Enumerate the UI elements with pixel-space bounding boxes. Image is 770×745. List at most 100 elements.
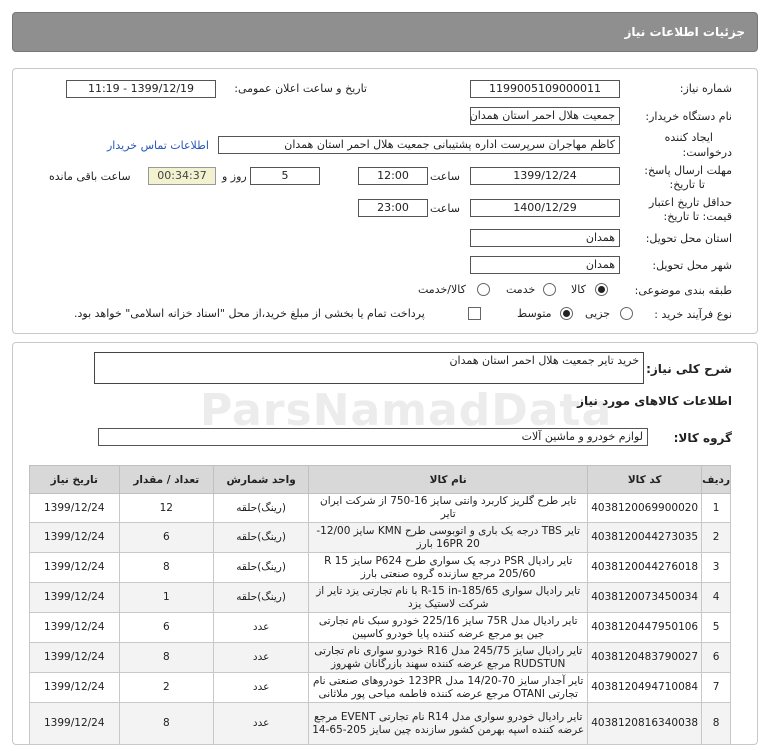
cell-code: 4038120483790027 <box>587 642 703 673</box>
contact-info-link[interactable]: اطلاعات تماس خریدار <box>107 139 209 152</box>
cell-code: 4038120069900020 <box>587 493 703 523</box>
days-word: روز و <box>222 170 247 183</box>
cell-quantity: 8 <box>118 552 215 583</box>
creator-label-1: ایجاد کننده <box>664 131 713 144</box>
validity-time-word: ساعت <box>430 202 460 215</box>
validity-time-field[interactable]: 23:00 <box>358 199 428 217</box>
cell-name: تایر رادیال سایز 245/75 مدل R16 خودرو سو… <box>308 642 589 673</box>
cell-row-number: 4 <box>701 582 731 613</box>
cell-quantity: 8 <box>118 702 215 745</box>
cell-unit: عدد <box>213 702 310 745</box>
table-header-row: ردیف کد کالا نام کالا واحد شمارش تعداد /… <box>29 465 731 494</box>
cell-unit: عدد <box>213 612 310 643</box>
category-option-goods: کالا <box>571 283 586 296</box>
province-field[interactable]: همدان <box>470 229 620 247</box>
announce-label: تاریخ و ساعت اعلان عمومی: <box>234 82 367 95</box>
cell-row-number: 1 <box>701 493 731 523</box>
table-row[interactable]: 6 4038120483790027 تایر رادیال سایز 245/… <box>29 642 731 673</box>
remaining-label: ساعت باقی مانده <box>49 170 131 183</box>
cell-row-number: 8 <box>701 702 731 745</box>
category-radio-goods[interactable] <box>595 283 608 296</box>
category-option-service: خدمت <box>506 283 536 296</box>
cell-quantity: 8 <box>118 642 215 673</box>
table-row[interactable]: 8 4038120816340038 تایر رادیال خودرو سوا… <box>29 702 731 745</box>
announce-field[interactable]: 1399/12/19 - 11:19 <box>66 80 216 98</box>
cell-date: 1399/12/24 <box>29 493 120 523</box>
col-header-code: کد کالا <box>587 465 703 494</box>
table-row[interactable]: 2 4038120044273035 تایر TBS درجه یک باری… <box>29 522 731 553</box>
goods-table: ردیف کد کالا نام کالا واحد شمارش تعداد /… <box>29 465 731 745</box>
group-label: گروه کالا: <box>673 431 732 445</box>
cell-name: تایر TBS درجه یک باری و اتوبوسی طرح KMN … <box>308 522 589 553</box>
cell-name: تایر رادیال خودرو سواری مدل R14 نام تجار… <box>308 702 589 745</box>
goods-section-title: اطلاعات کالاهای مورد نیاز <box>577 394 732 408</box>
cell-date: 1399/12/24 <box>29 552 120 583</box>
province-label: استان محل تحویل: <box>645 232 732 245</box>
cell-date: 1399/12/24 <box>29 582 120 613</box>
cell-date: 1399/12/24 <box>29 522 120 553</box>
validity-label-2: قیمت: تا تاریخ: <box>663 210 732 223</box>
creator-field[interactable]: کاظم مهاجران سرپرست اداره پشتیبانی جمعیت… <box>218 136 620 154</box>
process-radio-medium[interactable] <box>560 307 573 320</box>
process-option-minor: جزیی <box>585 307 611 320</box>
summary-label: شرح کلی نیاز: <box>646 362 732 376</box>
cell-code: 4038120494710084 <box>587 672 703 703</box>
table-row[interactable]: 4 4038120073450034 تایر رادیال سواری R-1… <box>29 582 731 613</box>
col-header-unit: واحد شمارش <box>213 465 310 494</box>
buyer-field[interactable]: جمعیت هلال احمر استان همدان <box>470 107 620 125</box>
cell-row-number: 6 <box>701 642 731 673</box>
cell-name: تایر آجدار سایز 70-14/20 مدل 123PR خودرو… <box>308 672 589 703</box>
category-radio-both[interactable] <box>477 283 490 296</box>
cell-code: 4038120044273035 <box>587 522 703 553</box>
cell-unit: (رینگ)حلقه <box>213 493 310 523</box>
cell-quantity: 2 <box>118 672 215 703</box>
col-header-row-number: ردیف <box>701 465 731 494</box>
cell-unit: عدد <box>213 672 310 703</box>
days-field[interactable]: 5 <box>250 167 320 185</box>
group-field[interactable]: لوازم خودرو و ماشین آلات <box>98 428 648 446</box>
deadline-time-field[interactable]: 12:00 <box>358 167 428 185</box>
cell-row-number: 2 <box>701 522 731 553</box>
cell-date: 1399/12/24 <box>29 612 120 643</box>
cell-date: 1399/12/24 <box>29 672 120 703</box>
category-option-both: کالا/خدمت <box>418 283 466 296</box>
cell-code: 4038120447950106 <box>587 612 703 643</box>
cell-code: 4038120044276018 <box>587 552 703 583</box>
cell-name: تایر رادیال PSR درجه یک سواری طرح P624 س… <box>308 552 589 583</box>
deadline-date-field[interactable]: 1399/12/24 <box>470 167 620 185</box>
cell-code: 4038120816340038 <box>587 702 703 745</box>
need-number-field[interactable]: 1199005109000011 <box>470 80 620 98</box>
cell-quantity: 12 <box>118 493 215 523</box>
table-row[interactable]: 1 4038120069900020 تایر طرح گلریز کاربرد… <box>29 493 731 523</box>
cell-row-number: 7 <box>701 672 731 703</box>
city-field[interactable]: همدان <box>470 256 620 274</box>
cell-date: 1399/12/24 <box>29 642 120 673</box>
cell-name: تایر طرح گلریز کاربرد وانتی سایز 16-750 … <box>308 493 589 523</box>
cell-name: تایر رادیال مدل 75R سایز 225/16 خودرو سب… <box>308 612 589 643</box>
cell-quantity: 6 <box>118 612 215 643</box>
table-row[interactable]: 5 4038120447950106 تایر رادیال مدل 75R س… <box>29 612 731 643</box>
col-header-quantity: تعداد / مقدار <box>118 465 215 494</box>
process-label: نوع فرآیند خرید : <box>654 308 732 321</box>
deadline-label-1: مهلت ارسال پاسخ: <box>644 164 732 177</box>
category-radio-service[interactable] <box>543 283 556 296</box>
deadline-time-word: ساعت <box>430 170 460 183</box>
city-label: شهر محل تحویل: <box>652 259 732 272</box>
cell-unit: عدد <box>213 642 310 673</box>
process-option-medium: متوسط <box>517 307 552 320</box>
cell-name: تایر رادیال سواری R-15 in-185/65 با نام … <box>308 582 589 613</box>
page-header: جزئیات اطلاعات نیاز <box>12 12 758 52</box>
table-row[interactable]: 7 4038120494710084 تایر آجدار سایز 70-14… <box>29 672 731 703</box>
table-row[interactable]: 3 4038120044276018 تایر رادیال PSR درجه … <box>29 552 731 583</box>
cell-unit: (رینگ)حلقه <box>213 552 310 583</box>
category-label: طبقه بندی موضوعی: <box>634 284 732 297</box>
remaining-timer: 00:34:37 <box>148 167 216 185</box>
treasury-checkbox[interactable] <box>468 307 481 320</box>
process-radio-minor[interactable] <box>620 307 633 320</box>
buyer-label: نام دستگاه خریدار: <box>645 110 732 123</box>
validity-label-1: حداقل تاریخ اعتبار <box>648 196 732 209</box>
summary-field[interactable]: خرید تایر جمعیت هلال احمر استان همدان <box>94 352 644 384</box>
validity-date-field[interactable]: 1400/12/29 <box>470 199 620 217</box>
cell-code: 4038120073450034 <box>587 582 703 613</box>
cell-row-number: 5 <box>701 612 731 643</box>
